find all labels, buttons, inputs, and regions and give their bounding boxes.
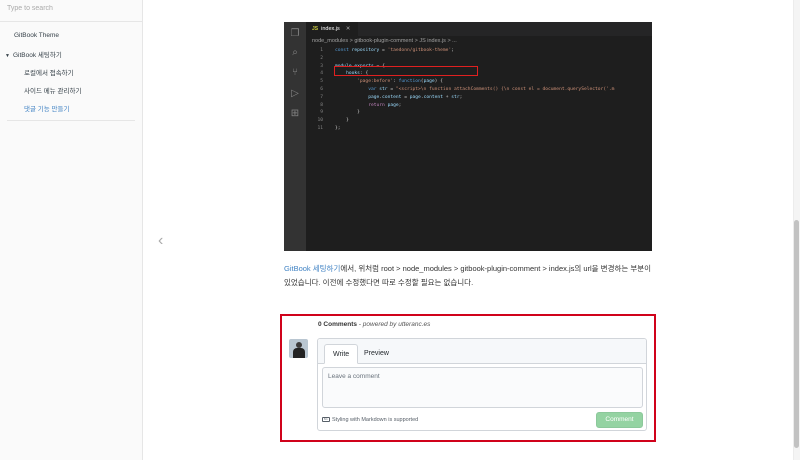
article-paragraph: GitBook 세팅하기에서, 위처럼 root > node_modules … (284, 262, 656, 290)
caret-down-icon[interactable]: ▼ (5, 53, 10, 59)
search-input[interactable] (7, 5, 135, 12)
code-line: 11}; (317, 125, 341, 131)
code-line: 1 const repository = 'taedonn/gitbook-the… (320, 48, 454, 53)
markdown-icon: M↓ (322, 417, 330, 423)
code-line: 7 page.content = page.content + str; (320, 94, 463, 100)
code-line: 5 'page:before': function(page) { (320, 79, 443, 85)
code-line: 2 (320, 55, 323, 61)
sidebar: GitBook Theme ▼GitBook 세팅하기 로컬에서 접속하기 사이… (0, 0, 143, 460)
highlight-box (334, 66, 478, 76)
code-line: 8 return page; (320, 102, 402, 108)
editor-breadcrumb: node_modules > gitbook-plugin-comment > … (312, 38, 457, 44)
files-icon: ❐ (290, 28, 300, 39)
markdown-note[interactable]: M↓ Styling with Markdown is supported (322, 417, 418, 423)
comment-editor: Write Preview M↓Styling with Markdown is… (317, 338, 647, 431)
sidebar-item-local-access[interactable]: 로컬에서 접속하기 (24, 67, 74, 77)
scrollbar[interactable] (793, 0, 800, 460)
editor-tab: JS index.js ✕ (306, 22, 358, 36)
powered-by[interactable]: powered by utteranc.es (363, 321, 431, 328)
extensions-icon: ⊞ (290, 108, 300, 119)
code-line: 6 var str = "<script>\n function attachC… (320, 86, 615, 92)
sidebar-item-label: 댓글 기능 만들기 (24, 106, 70, 113)
comments-count: 0 Comments (318, 321, 358, 328)
source-control-icon: ⑂ (292, 67, 298, 78)
run-debug-icon: ▷ (291, 88, 299, 99)
comment-button[interactable]: Comment (596, 412, 643, 428)
sidebar-item-label: 로컬에서 접속하기 (24, 70, 74, 77)
scrollbar-thumb[interactable] (794, 220, 799, 448)
comment-tabs: Write Preview (318, 339, 646, 364)
js-file-icon: JS (312, 26, 319, 32)
sidebar-item-label: GitBook 세팅하기 (12, 52, 62, 59)
sidebar-item-gitbook-theme[interactable]: GitBook Theme (14, 32, 59, 39)
comments-header: 0 Comments - powered by utteranc.es (318, 321, 431, 328)
paragraph-text: 에서, 위처럼 root > node_modules > gitbook-pl… (284, 264, 652, 287)
sidebar-item-label: 사이드 메뉴 관리하기 (24, 88, 82, 95)
sidebar-item-label: GitBook Theme (14, 32, 60, 39)
tab-preview[interactable]: Preview (356, 344, 397, 364)
close-icon: ✕ (345, 26, 351, 32)
gitbook-setup-link[interactable]: GitBook 세팅하기 (284, 264, 340, 273)
comment-textarea[interactable] (322, 367, 643, 408)
sidebar-item-side-menu[interactable]: 사이드 메뉴 관리하기 (24, 85, 81, 95)
sidebar-item-gitbook-setup[interactable]: ▼ GitBook 세팅하기 (5, 49, 62, 59)
search-icon: ⌕ (292, 47, 298, 58)
sidebar-item-comments[interactable]: 댓글 기능 만들기 (24, 103, 69, 113)
code-line: 10 } (317, 118, 349, 124)
search-bar (0, 0, 142, 22)
previous-page-icon[interactable]: ‹ (158, 232, 163, 250)
editor-tabbar: JS index.js ✕ (306, 22, 652, 36)
sidebar-divider (7, 120, 135, 121)
code-block: 1 const repository = 'taedonn/gitbook-the… (306, 47, 652, 133)
activity-bar: ❐ ⌕ ⑂ ▷ ⊞ (284, 22, 306, 251)
code-screenshot: ❐ ⌕ ⑂ ▷ ⊞ JS index.js ✕ node_modules > git… (284, 22, 652, 251)
code-line: 9 } (320, 110, 360, 116)
tab-write[interactable]: Write (324, 344, 359, 364)
editor-tab-label: index.js (321, 26, 340, 32)
avatar[interactable] (289, 339, 308, 358)
